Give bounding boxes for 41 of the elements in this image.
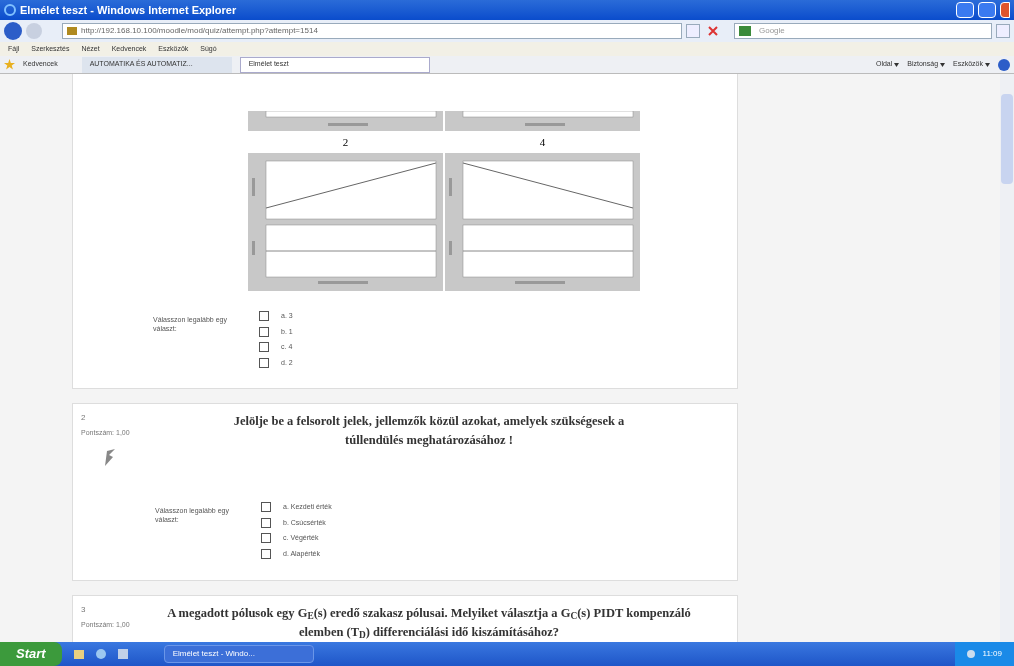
axis-label-mark <box>252 178 255 196</box>
plot-label: 2 <box>342 135 349 150</box>
maximize-button[interactable] <box>978 2 996 18</box>
axis-label-mark <box>515 281 565 284</box>
plot-label: 4 <box>539 135 546 150</box>
search-provider-icon <box>739 26 751 36</box>
back-button[interactable] <box>4 22 22 40</box>
checkbox[interactable] <box>261 533 271 544</box>
checkbox[interactable] <box>259 357 269 368</box>
question-text: A megadott pólusok egy G$_{E}$(s) eredő szakasz pólusai. Melyiket választja a G$_{C}$(s) PIDT kompenzáló elemben (T$_{D}$) differenciálási idő kiszámításához? <box>166 605 692 642</box>
close-button[interactable] <box>1000 2 1010 18</box>
checkbox[interactable] <box>259 311 269 322</box>
browser-icon <box>4 4 16 16</box>
checkbox[interactable] <box>259 326 269 337</box>
folder-icon[interactable] <box>73 649 84 659</box>
question-number: 2 <box>81 412 87 424</box>
taskbar-item[interactable]: Elmélet teszt - Windo... <box>163 645 314 663</box>
window-title: Elmélet teszt - Windows Internet Explorer <box>20 2 238 18</box>
question-text: Jelölje be a felsorolt jelek, jellemzők közül azokat, amelyek szükségesek a túllendülés meghatározásához ! <box>232 413 626 449</box>
axis-label-mark <box>252 241 255 255</box>
browser-icon[interactable] <box>95 649 106 659</box>
caret-icon <box>894 62 900 67</box>
checkbox[interactable] <box>259 342 269 353</box>
checkbox[interactable] <box>261 517 271 528</box>
site-icon <box>67 27 77 35</box>
question-number: 3 <box>81 604 87 616</box>
scrollbar[interactable] <box>1000 74 1014 642</box>
axis-label-mark <box>449 241 452 255</box>
close-icon[interactable] <box>708 26 718 36</box>
minimize-button[interactable] <box>956 2 974 18</box>
checkbox[interactable] <box>261 548 271 559</box>
address-field[interactable]: http://192.168.10.100/moodle/mod/quiz/attempt.php?attempt=1514 <box>62 23 682 39</box>
caret-icon <box>985 62 990 67</box>
checkbox[interactable] <box>261 502 271 513</box>
axis-label-mark <box>318 281 368 284</box>
clock: 11:09 <box>982 648 1002 660</box>
axis-label-mark <box>449 178 452 196</box>
caret-icon <box>940 62 946 67</box>
start-button[interactable]: Start <box>0 642 62 666</box>
desktop-icon[interactable] <box>117 649 128 659</box>
star-icon <box>4 59 15 70</box>
